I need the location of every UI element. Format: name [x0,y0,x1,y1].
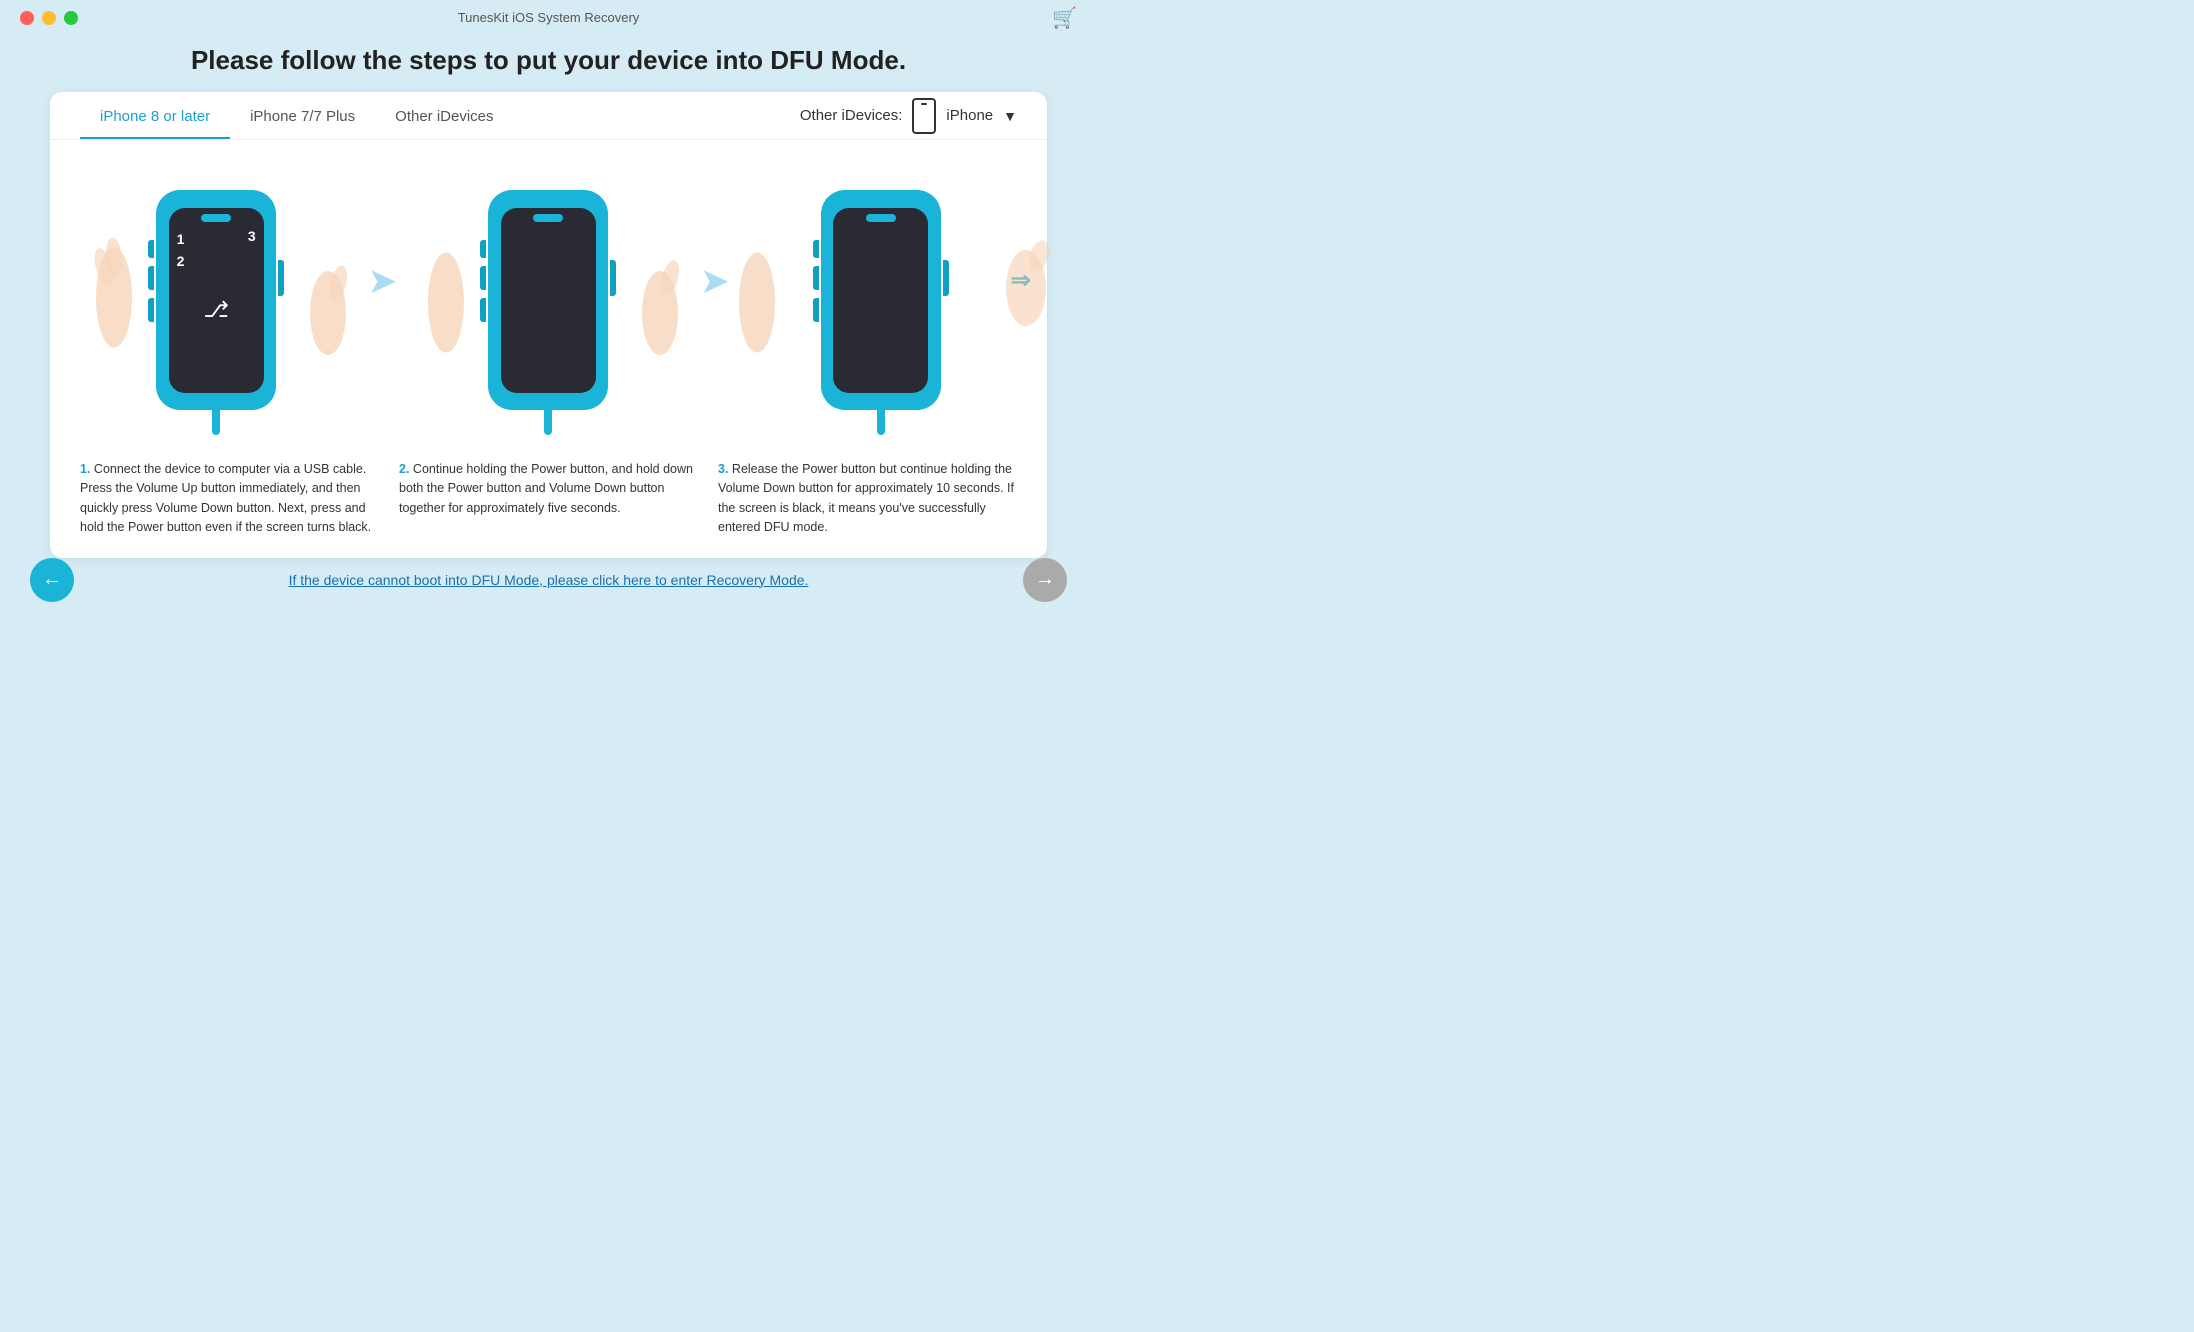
step-1-num: 1. [80,462,90,476]
step-2-phone [468,160,628,440]
cart-icon[interactable]: 🛒 [1052,5,1077,30]
step-arrow-icon-1: ➤ [367,260,397,302]
hand-right-1 [308,258,348,363]
back-button[interactable]: ← [30,558,74,602]
phone-cable-2 [544,410,552,435]
btn-left-mid-2 [480,266,486,290]
step-3-column: ⇒ [745,160,1017,440]
device-icon [912,98,936,134]
step-2-num: 2. [399,462,409,476]
minimize-button[interactable] [42,11,56,25]
recovery-mode-link[interactable]: If the device cannot boot into DFU Mode,… [289,572,809,588]
hand-left-2 [426,238,466,363]
dropdown-arrow-icon[interactable]: ▼ [1003,108,1017,124]
app-title: TunesKit iOS System Recovery [458,10,640,25]
hand-right-2 [640,258,680,363]
btn-power-2 [610,260,616,296]
step-1-desc: 1. Connect the device to computer via a … [80,460,379,538]
tab-iphone8[interactable]: iPhone 8 or later [80,92,230,139]
phone-screen-1: 1 2 3 ⎇ [169,208,264,393]
phone-notch-3 [866,214,896,222]
btn-volume-down-bot [148,298,154,322]
btn-left-3 [813,240,819,258]
step-3-phone: ⇒ [781,160,981,440]
step-3-text: Release the Power button but continue ho… [718,462,1014,534]
step-2-column [412,160,684,440]
btn-left-2 [480,240,486,258]
tab-other-idevices[interactable]: Other iDevices [375,92,513,139]
phone-screen-2 [501,208,596,393]
title-bar: TunesKit iOS System Recovery 🛒 [0,0,1097,35]
hand-right-3 [1001,238,1051,333]
phone-cable-3 [877,410,885,435]
hand-left-1 [94,238,134,363]
other-devices-label: Other iDevices: [800,107,903,124]
step-3-desc: 3. Release the Power button but continue… [718,460,1017,538]
step-1-phone: 1 2 3 ⎇ [136,160,296,440]
tabs-row: iPhone 8 or later iPhone 7/7 Plus Other … [50,92,1047,140]
step-1-text: Connect the device to computer via a USB… [80,462,371,534]
footer: ← If the device cannot boot into DFU Mod… [0,558,1097,602]
step-num-3: 3 [248,228,256,244]
descriptions-area: 1. Connect the device to computer via a … [50,450,1047,558]
btn-left-bot-3 [813,298,819,322]
phone-body-1: 1 2 3 ⎇ [156,190,276,410]
btn-left-mid-3 [813,266,819,290]
step-numbers-1: 1 2 [177,228,185,273]
btn-volume-up [148,240,154,258]
btn-power-3 [943,260,949,296]
step-2-desc: 2. Continue holding the Power button, an… [399,460,698,538]
step-2-text: Continue holding the Power button, and h… [399,462,693,515]
close-button[interactable] [20,11,34,25]
arrow-1: ➤ [352,160,412,302]
traffic-lights [20,11,78,25]
phone-body-3 [821,190,941,410]
phone-notch-1 [201,214,231,222]
btn-volume-down-mid [148,266,154,290]
page-title: Please follow the steps to put your devi… [0,35,1097,92]
step-1-column: 1 2 3 ⎇ [80,160,352,440]
usb-icon: ⎇ [203,297,228,323]
phone-notch-2 [533,214,563,222]
arrow-2: ➤ [685,160,745,302]
steps-area: 1 2 3 ⎇ ➤ [50,140,1047,450]
hand-left-3 [737,238,777,363]
step-arrow-icon-2: ➤ [700,260,730,302]
phone-cable-1 [212,410,220,435]
phone-screen-3 [833,208,928,393]
btn-left-bot-2 [480,298,486,322]
step-3-num: 3. [718,462,728,476]
other-devices-selector: Other iDevices: iPhone ▼ [800,98,1017,134]
next-button[interactable]: → [1023,558,1067,602]
device-type-label: iPhone [946,107,993,124]
btn-power-1 [278,260,284,296]
content-card: iPhone 8 or later iPhone 7/7 Plus Other … [50,92,1047,558]
tab-iphone7[interactable]: iPhone 7/7 Plus [230,92,375,139]
phone-body-2 [488,190,608,410]
maximize-button[interactable] [64,11,78,25]
